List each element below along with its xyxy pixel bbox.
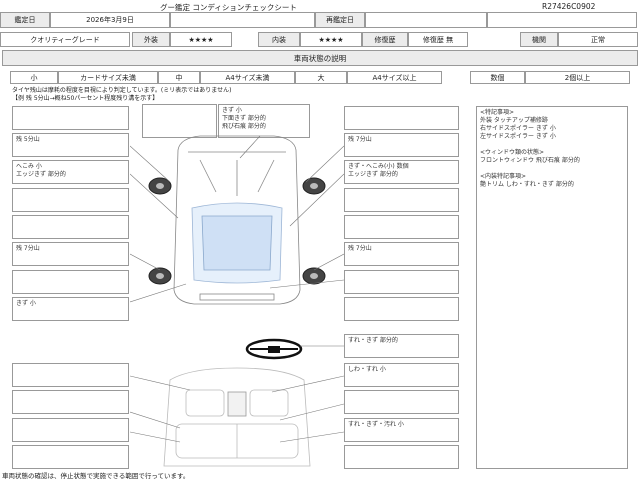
tire-note-1: タイヤ残山は摩耗の程度を目視により判定しています。(ミリ表示ではありません) (12, 87, 232, 94)
right-box-3 (344, 188, 459, 212)
legend-small-desc: カードサイズ未満 (58, 71, 158, 84)
interior-label: 内装 (258, 32, 300, 47)
car-top-view-diagram (130, 135, 344, 305)
exterior-label: 外装 (132, 32, 170, 47)
steering-box: すれ・きず 部分的 (344, 334, 459, 358)
right-box-1: 残 7分山 (344, 133, 459, 157)
legend-count: 数個 (470, 71, 525, 84)
left-box-3 (12, 188, 129, 212)
right-box-7 (344, 297, 459, 321)
date-spacer (170, 12, 315, 28)
section-title: 車両状態の説明 (2, 50, 638, 66)
right-box-6 (344, 270, 459, 294)
steering-wheel-icon (245, 338, 303, 360)
legend-count-desc: 2個以上 (525, 71, 630, 84)
left-box-2: へこみ 小 エッジきず 部分的 (12, 160, 129, 184)
left-box-0 (12, 106, 129, 130)
interior-box-2 (344, 390, 459, 414)
left-box-11 (12, 445, 129, 469)
interior-box-3: すれ・きず・汚れ 小 (344, 418, 459, 442)
reinspection-date-label: 再鑑定日 (315, 12, 365, 28)
legend-large: 大 (295, 71, 347, 84)
inspection-date-label: 鑑定日 (0, 12, 50, 28)
interior-box-1: しわ・すれ 小 (344, 363, 459, 387)
left-box-10 (12, 418, 129, 442)
repair-value: 修復歴 無 (408, 32, 468, 47)
left-box-5: 残 7分山 (12, 242, 129, 266)
interior-box-4 (344, 445, 459, 469)
right-box-5: 残 7分山 (344, 242, 459, 266)
right-box-0 (344, 106, 459, 130)
interior-stars: ★★★★ (300, 32, 362, 47)
legend-medium: 中 (158, 71, 200, 84)
left-box-6 (12, 270, 129, 294)
left-box-9 (12, 390, 129, 414)
steering-leader-line (300, 345, 344, 347)
reinspection-spacer (487, 12, 637, 28)
legend-small: 小 (10, 71, 58, 84)
right-box-2: きず・へこみ(小) 数個 エッジきず 部分的 (344, 160, 459, 184)
left-box-4 (12, 215, 129, 239)
engine-value: 正常 (558, 32, 638, 47)
exterior-stars: ★★★★ (170, 32, 232, 47)
tire-note-2: 【例 残 5分山→概ね50パーセント程度残り溝を示す】 (12, 95, 159, 102)
legend-medium-desc: A4サイズ未満 (200, 71, 295, 84)
right-box-4 (344, 215, 459, 239)
quality-grade-label: クオリティーグレード (0, 32, 130, 47)
footer-note: 車両状態の確認は、停止状態で実施できる範囲で行っています。 (2, 472, 190, 480)
sheet-code: R27426C0902 (542, 2, 596, 11)
inspection-date: 2026年3月9日 (50, 12, 170, 28)
interior-seat-diagram (130, 367, 344, 467)
left-box-7: きず 小 (12, 297, 129, 321)
legend-large-desc: A4サイズ以上 (347, 71, 442, 84)
special-notes: <特記事項> 外装 タッチアップ補修跡 右サイドスポイラー きず 小 左サイドス… (476, 106, 628, 469)
reinspection-date (365, 12, 487, 28)
left-box-8 (12, 363, 129, 387)
engine-label: 機関 (520, 32, 558, 47)
repair-label: 修復歴 (362, 32, 408, 47)
left-box-1: 残 5分山 (12, 133, 129, 157)
